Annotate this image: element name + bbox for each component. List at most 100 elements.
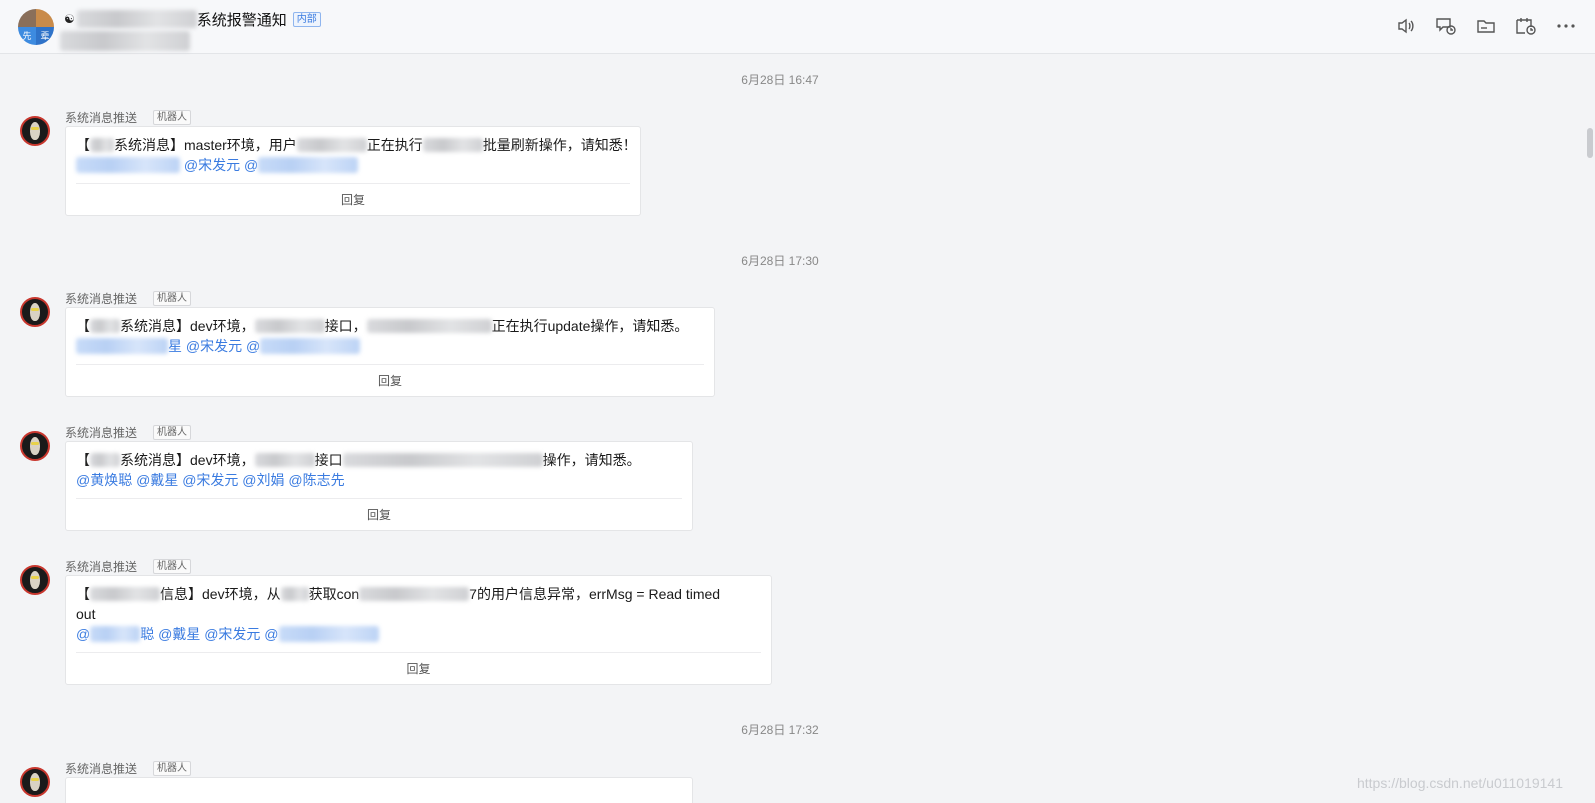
chat-history-icon[interactable] (1435, 14, 1457, 38)
folder-icon[interactable] (1475, 14, 1497, 38)
redacted-text (342, 453, 543, 467)
message-text: 【 系统消息】master环境，用户 正在执行 批量刷新操作，请知悉！ (76, 135, 637, 155)
text-part: 【 (76, 452, 90, 468)
text-part: 系统消息】dev环境， (120, 452, 255, 468)
redacted-text (366, 319, 492, 333)
bot-badge: 机器人 (153, 291, 192, 306)
yin-yang-icon: ☯ (64, 12, 75, 26)
sender-line: 系统消息推送 机器人 (65, 760, 192, 777)
group-name: 系统报警通知 (196, 11, 287, 29)
text-part: 接口 (314, 452, 343, 468)
chat-title[interactable]: ☯ 系统报警通知 内部 (64, 9, 321, 29)
timestamp: 6月28日 17:30 (741, 254, 819, 268)
mentions-line: @ 聪 @戴星 @宋发元 @ (76, 624, 761, 644)
group-avatar-cell: 辈 (36, 27, 54, 45)
sender-line: 系统消息推送 机器人 (65, 424, 192, 441)
sender-name: 系统消息推送 (65, 426, 138, 440)
text-part: 获取con (308, 586, 360, 602)
redacted-mention[interactable] (260, 338, 361, 354)
text-part: 正在执行 (366, 137, 423, 153)
calendar-clock-icon[interactable] (1515, 14, 1537, 38)
redacted-text (280, 587, 309, 601)
redacted-text (422, 138, 483, 152)
text-part: 接口， (324, 318, 367, 334)
internal-badge: 内部 (292, 11, 321, 27)
header-toolbar (1395, 14, 1577, 38)
redacted-text (359, 587, 470, 601)
bot-badge: 机器人 (153, 559, 192, 574)
speaker-icon[interactable] (1395, 14, 1417, 38)
message-bubble[interactable]: 【系统消息】master环境，用户 正在执行 批量刷新操作，请知悉！ @宋发元 @ … (65, 126, 641, 216)
reply-button[interactable]: 回复 (76, 652, 761, 684)
redacted-mention[interactable] (90, 626, 141, 642)
text-part: 【 (76, 318, 90, 334)
reply-button[interactable]: 回复 (76, 498, 682, 530)
redacted-text (76, 10, 197, 28)
text-part: 7的用户信息异常，errMsg = Read timed (469, 586, 721, 602)
reply-button[interactable]: 回复 (76, 183, 630, 215)
group-avatar[interactable]: 先 辈 (18, 9, 54, 45)
text-part: 正在执行update操作，请知悉。 (491, 318, 689, 334)
message-bubble[interactable]: 【 系统消息】dev环境， 接口， 正在执行update操作，请知悉。 星 @宋发元 … (65, 307, 715, 397)
mention-text[interactable]: @ (76, 626, 90, 642)
text-part: 操作，请知悉。 (542, 452, 641, 468)
redacted-text (60, 31, 190, 51)
mentions-line: 星 @宋发元 @ (76, 336, 704, 356)
redacted-text (254, 319, 325, 333)
text-part: 系统消息】dev环境， (120, 318, 255, 334)
sender-line: 系统消息推送 机器人 (65, 109, 192, 126)
scrollbar-thumb[interactable] (1587, 128, 1593, 158)
bot-avatar[interactable] (20, 116, 50, 146)
message-text: 【 系统消息】dev环境， 接口， 正在执行update操作，请知悉。 (76, 316, 704, 336)
redacted-mention[interactable] (76, 338, 168, 354)
group-avatar-cell (36, 9, 54, 27)
bot-avatar[interactable] (20, 767, 50, 797)
message-text: 【 系统消息】dev环境， 接口 操作，请知悉。 (76, 450, 682, 470)
redacted-text (296, 138, 367, 152)
text-part: 系统消息】master环境，用户 (114, 137, 297, 153)
timestamp: 6月28日 17:32 (741, 723, 819, 737)
bot-avatar[interactable] (20, 431, 50, 461)
bot-badge: 机器人 (153, 425, 192, 440)
group-avatar-cell: 先 (18, 27, 36, 45)
reply-button[interactable]: 回复 (76, 364, 704, 396)
redacted-text (90, 587, 160, 601)
message-bubble[interactable]: 【 系统消息】dev环境， 接口 操作，请知悉。 @黄焕聪 @戴星 @宋发元 @刘娟 … (65, 441, 693, 531)
redacted-mention[interactable] (258, 157, 359, 173)
mention-text[interactable]: 星 @宋发元 @ (168, 338, 260, 354)
group-avatar-cell (18, 9, 36, 27)
timestamp: 6月28日 16:47 (741, 73, 819, 87)
redacted-text (90, 453, 120, 467)
sender-name: 系统消息推送 (65, 560, 138, 574)
more-icon[interactable] (1555, 14, 1577, 38)
bot-badge: 机器人 (153, 761, 192, 776)
text-part: 【 (76, 137, 90, 153)
redacted-mention[interactable] (76, 157, 180, 173)
text-part: 信息】dev环境，从 (160, 586, 281, 602)
bot-avatar[interactable] (20, 565, 50, 595)
mention-text[interactable]: @宋发元 @ (184, 157, 258, 173)
sender-name: 系统消息推送 (65, 111, 138, 125)
message-bubble[interactable]: 【 信息】dev环境，从 获取con 7的用户信息异常，errMsg = Read t… (65, 575, 772, 685)
text-part: 【 (76, 586, 90, 602)
redacted-mention[interactable] (278, 626, 379, 642)
sender-line: 系统消息推送 机器人 (65, 558, 192, 575)
bot-avatar[interactable] (20, 297, 50, 327)
mentions-line[interactable]: @黄焕聪 @戴星 @宋发元 @刘娟 @陈志先 (76, 470, 682, 490)
message-bubble[interactable] (65, 777, 693, 803)
sender-line: 系统消息推送 机器人 (65, 290, 192, 307)
watermark: https://blog.csdn.net/u011019141 (1356, 775, 1563, 791)
sender-name: 系统消息推送 (65, 762, 138, 776)
mentions-line: @宋发元 @ (76, 155, 630, 175)
message-text: 【 信息】dev环境，从 获取con 7的用户信息异常，errMsg = Read t… (76, 584, 761, 604)
redacted-text (254, 453, 315, 467)
bot-badge: 机器人 (153, 110, 192, 125)
mention-text[interactable]: 聪 @戴星 @宋发元 @ (140, 626, 278, 642)
message-text-continued: out (76, 606, 96, 622)
redacted-text (90, 138, 114, 152)
text-part: 批量刷新操作，请知悉！ (482, 137, 637, 153)
chat-header: 先 辈 ☯ 系统报警通知 内部 (0, 0, 1595, 54)
message-list[interactable]: 6月28日 16:47 系统消息推送 机器人 【 系统消息】master环境，用户… (0, 55, 1595, 803)
sender-name: 系统消息推送 (65, 292, 138, 306)
redacted-text (90, 319, 120, 333)
